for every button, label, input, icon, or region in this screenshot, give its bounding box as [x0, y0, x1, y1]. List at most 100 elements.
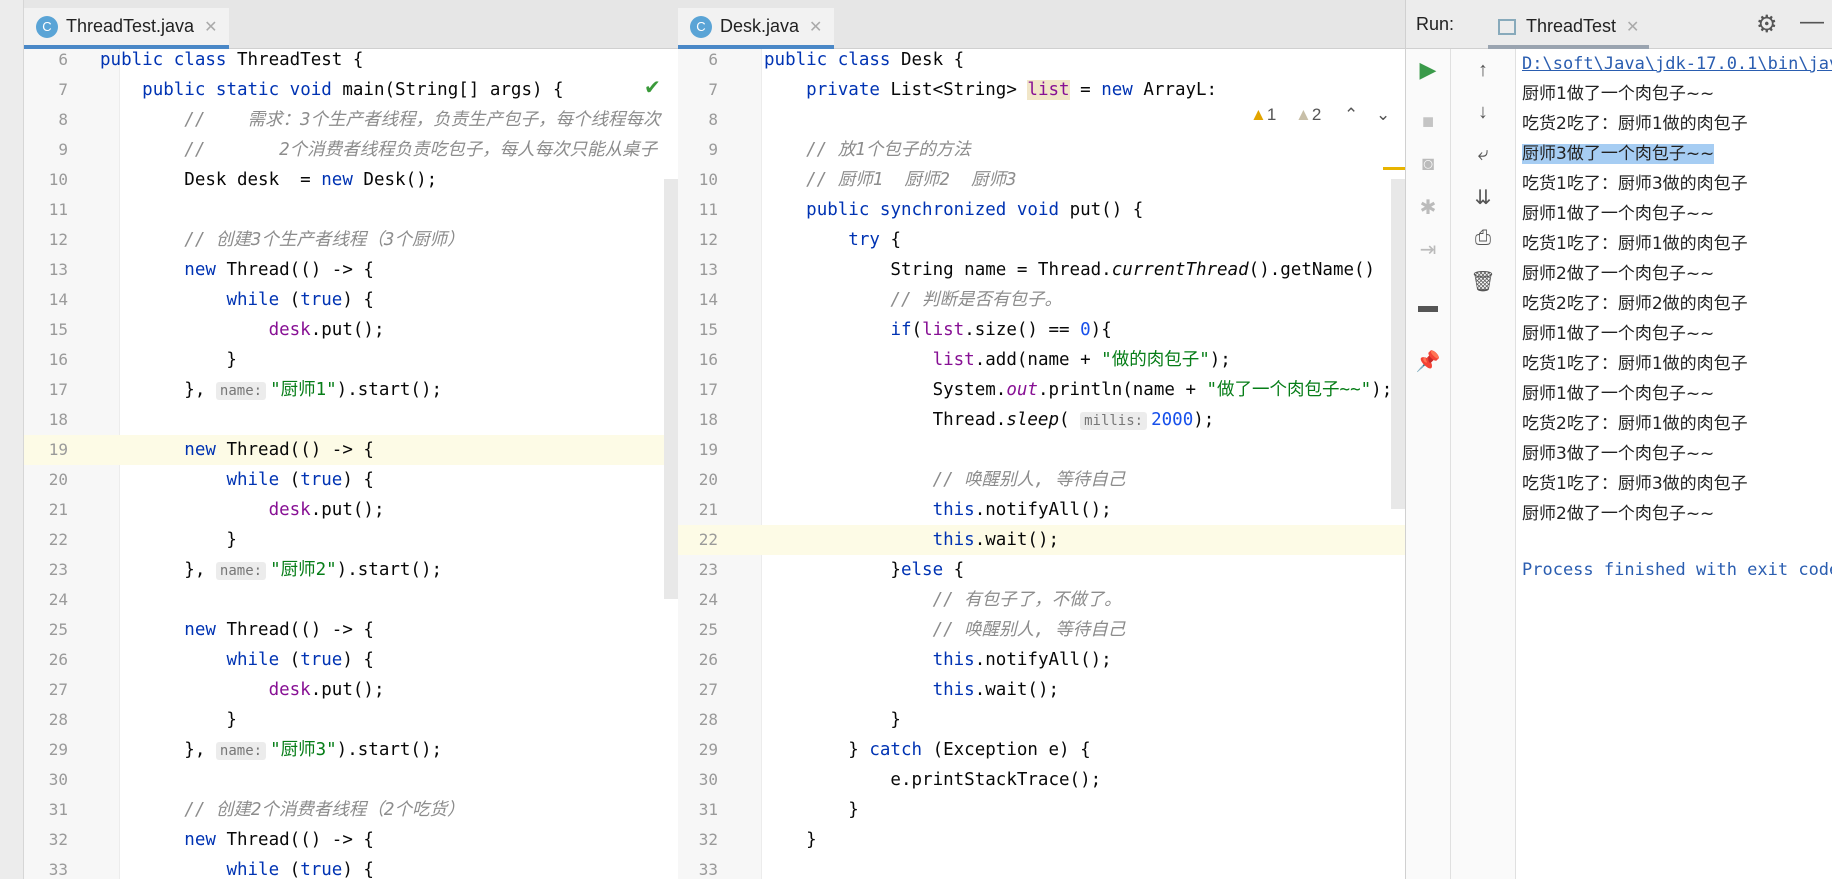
- code-line[interactable]: 17 }, name: "厨师1").start();: [24, 375, 678, 405]
- code-line[interactable]: 28 }: [24, 705, 678, 735]
- console-row: 厨师1做了一个肉包子~~: [1522, 319, 1714, 349]
- code-text: this.notifyAll();: [764, 645, 1112, 675]
- minimize-icon[interactable]: —: [1800, 8, 1824, 36]
- code-line[interactable]: 8 // 需求：3个生产者线程，负责生产包子，每个线程每次: [24, 105, 678, 135]
- code-text: new Thread(() -> {: [100, 615, 374, 645]
- weak-warning-count[interactable]: ▲2: [1295, 105, 1321, 125]
- code-line[interactable]: 15 if(list.size() == 0){: [678, 315, 1405, 345]
- code-line[interactable]: 26 while (true) {: [24, 645, 678, 675]
- warning-marker[interactable]: [1383, 167, 1405, 170]
- code-line[interactable]: 14 // 判断是否有包子。: [678, 285, 1405, 315]
- code-line[interactable]: 7 private List<String> list = new ArrayL…: [678, 75, 1405, 105]
- code-line[interactable]: 14 while (true) {: [24, 285, 678, 315]
- line-number: 6: [58, 50, 68, 69]
- code-line[interactable]: 6 public class ThreadTest {: [24, 49, 678, 75]
- code-line[interactable]: 18 Thread.sleep( millis: 2000);: [678, 405, 1405, 435]
- code-line[interactable]: 11: [24, 195, 678, 225]
- code-line[interactable]: 33: [678, 855, 1405, 879]
- code-line[interactable]: 10 // 厨师1 厨师2 厨师3: [678, 165, 1405, 195]
- scroll-to-end-icon[interactable]: ⇊: [1468, 185, 1498, 210]
- code-line[interactable]: 24: [24, 585, 678, 615]
- code-line[interactable]: 15 desk.put();: [24, 315, 678, 345]
- line-number: 22: [698, 530, 718, 549]
- code-line[interactable]: 9 // 放1个包子的方法: [678, 135, 1405, 165]
- code-line[interactable]: 6 public class Desk {: [678, 49, 1405, 75]
- code-token: }: [100, 710, 237, 730]
- console-output[interactable]: D:\soft\Java\jdk-17.0.1\bin\java.exe Pro…: [1516, 49, 1832, 879]
- code-line[interactable]: 27 desk.put();: [24, 675, 678, 705]
- code-line[interactable]: 31 }: [678, 795, 1405, 825]
- code-line[interactable]: 20 // 唤醒别人, 等待自己: [678, 465, 1405, 495]
- code-line[interactable]: 21 this.notifyAll();: [678, 495, 1405, 525]
- close-icon[interactable]: ✕: [809, 17, 822, 37]
- code-line[interactable]: 11 public synchronized void put() {: [678, 195, 1405, 225]
- editor-threadtest[interactable]: 33 while (true) {32 new Thread(() -> {31…: [24, 49, 678, 879]
- rerun-icon[interactable]: ▶: [1413, 57, 1443, 83]
- code-line[interactable]: 25 // 唤醒别人, 等待自己: [678, 615, 1405, 645]
- code-line[interactable]: 31 // 创建2个消费者线程（2个吃货）: [24, 795, 678, 825]
- tab-threadtest[interactable]: C ThreadTest.java ✕: [24, 8, 230, 49]
- trash-icon[interactable]: 🗑: [1468, 269, 1498, 294]
- code-line[interactable]: 17 System.out.println(name + "做了一个肉包子~~"…: [678, 375, 1405, 405]
- code-line[interactable]: 32 new Thread(() -> {: [24, 825, 678, 855]
- code-token: this: [932, 650, 975, 670]
- code-line[interactable]: 30 e.printStackTrace();: [678, 765, 1405, 795]
- code-line[interactable]: 22 this.wait();: [678, 525, 1405, 555]
- soft-wrap-icon[interactable]: ⤶: [1468, 143, 1498, 166]
- scrollbar[interactable]: [1391, 179, 1405, 509]
- pin-icon[interactable]: 📌: [1413, 349, 1443, 374]
- code-token: ThreadTest {: [236, 50, 364, 70]
- code-line[interactable]: 20 while (true) {: [24, 465, 678, 495]
- code-line[interactable]: 32 }: [678, 825, 1405, 855]
- code-line[interactable]: 24 // 有包子了，不做了。: [678, 585, 1405, 615]
- previous-highlight-icon[interactable]: ⌃: [1344, 105, 1358, 125]
- code-line[interactable]: 12 // 创建3个生产者线程（3个厨师）: [24, 225, 678, 255]
- warning-count[interactable]: ▲1: [1250, 105, 1276, 125]
- close-icon[interactable]: ✕: [1626, 17, 1639, 37]
- arrow-down-icon[interactable]: ↓: [1468, 101, 1498, 124]
- code-line[interactable]: 27 this.wait();: [678, 675, 1405, 705]
- code-text: // 判断是否有包子。: [764, 285, 1062, 315]
- gear-icon[interactable]: ⚙: [1756, 10, 1778, 39]
- code-line[interactable]: 21 desk.put();: [24, 495, 678, 525]
- code-line[interactable]: 22 }: [24, 525, 678, 555]
- code-line[interactable]: 23 }else {: [678, 555, 1405, 585]
- code-line[interactable]: 29 }, name: "厨师3").start();: [24, 735, 678, 765]
- run-tab-threadtest[interactable]: ThreadTest ✕: [1488, 8, 1650, 49]
- scrollbar[interactable]: [664, 179, 678, 599]
- code-line[interactable]: 29 } catch (Exception e) {: [678, 735, 1405, 765]
- layout-icon[interactable]: ▬: [1413, 295, 1443, 318]
- editor-desk[interactable]: 33 32 } 31 } 30 e.printStackTrace(); 29 } ca…: [678, 49, 1405, 879]
- java-command-link[interactable]: D:\soft\Java\jdk-17.0.1\bin\java.exe: [1522, 49, 1832, 79]
- arrow-up-icon[interactable]: ↑: [1468, 59, 1498, 82]
- code-line[interactable]: 16 list.add(name + "做的肉包子");: [678, 345, 1405, 375]
- code-line[interactable]: 19: [678, 435, 1405, 465]
- tab-desk[interactable]: C Desk.java ✕: [678, 8, 835, 49]
- close-icon[interactable]: ✕: [204, 17, 217, 37]
- code-line[interactable]: 23 }, name: "厨师2").start();: [24, 555, 678, 585]
- code-line[interactable]: 18: [24, 405, 678, 435]
- code-line[interactable]: 19 new Thread(() -> {: [24, 435, 678, 465]
- code-line[interactable]: 28 }: [678, 705, 1405, 735]
- console-row: 吃货2吃了：厨师1做的肉包子: [1522, 409, 1748, 439]
- code-line[interactable]: 10 Desk desk = new Desk();: [24, 165, 678, 195]
- code-line[interactable]: 13 String name = Thread.currentThread().…: [678, 255, 1405, 285]
- line-number: 7: [58, 80, 68, 99]
- stop-icon[interactable]: ■: [1413, 111, 1443, 134]
- debug-icon[interactable]: ✱: [1413, 195, 1443, 220]
- next-highlight-icon[interactable]: ⌄: [1376, 105, 1390, 125]
- camera-icon[interactable]: ◙: [1413, 153, 1443, 176]
- exit-icon[interactable]: ⇥: [1413, 237, 1443, 262]
- code-line[interactable]: 9 // 2个消费者线程负责吃包子，每人每次只能从桌子: [24, 135, 678, 165]
- code-line[interactable]: 33 while (true) {: [24, 855, 678, 879]
- project-tool-strip[interactable]: [0, 0, 24, 879]
- code-line[interactable]: 26 this.notifyAll();: [678, 645, 1405, 675]
- code-text: // 唤醒别人, 等待自己: [764, 615, 1126, 645]
- print-icon[interactable]: ⎙: [1468, 227, 1498, 250]
- code-line[interactable]: 12 try {: [678, 225, 1405, 255]
- code-line[interactable]: 30: [24, 765, 678, 795]
- code-line[interactable]: 13 new Thread(() -> {: [24, 255, 678, 285]
- code-line[interactable]: 7 public static void main(String[] args)…: [24, 75, 678, 105]
- code-line[interactable]: 16 }: [24, 345, 678, 375]
- code-line[interactable]: 25 new Thread(() -> {: [24, 615, 678, 645]
